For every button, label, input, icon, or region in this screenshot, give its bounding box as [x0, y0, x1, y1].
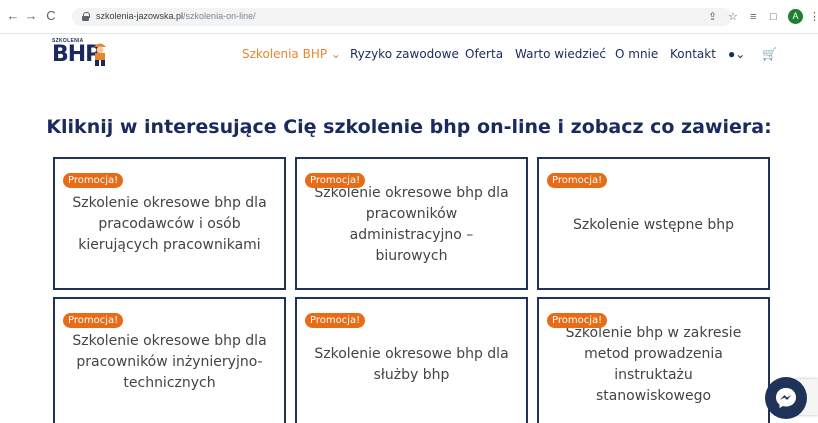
back-arrow-icon[interactable]: ← [6, 9, 20, 23]
split-window-icon[interactable]: □ [770, 10, 777, 24]
url-text: szkolenia-jazowska.pl/szkolenia-on-line/ [96, 11, 256, 21]
course-title: Szkolenie wstępne bhp [572, 217, 735, 233]
page-headline: Kliknij w interesujące Cię szkolenie bhp… [46, 116, 772, 138]
site-logo[interactable]: SZKOLENIA BHP [52, 38, 112, 68]
promo-badge: Promocja! [547, 173, 608, 188]
worker-figure-icon [94, 43, 106, 66]
course-card[interactable]: Promocja! Szkolenie okresowe bhp dla pra… [53, 157, 286, 290]
promo-badge: Promocja! [63, 173, 124, 188]
address-bar[interactable]: szkolenia-jazowska.pl/szkolenia-on-line/ [72, 8, 732, 26]
promo-badge: Promocja! [547, 313, 608, 328]
star-icon[interactable]: ☆ [728, 10, 738, 24]
course-card[interactable]: Promocja! Szkolenie okresowe bhp dla pra… [53, 297, 286, 423]
nav-kontakt[interactable]: Kontakt [670, 47, 716, 61]
nav-szkolenia-bhp[interactable]: Szkolenia BHP ⌄ [242, 47, 341, 61]
reload-icon[interactable]: C [44, 9, 58, 23]
share-icon[interactable]: ⇪ [708, 10, 717, 24]
course-title: Szkolenie okresowe bhp dla pracodawców i… [72, 195, 267, 253]
browser-toolbar: ← → C szkolenia-jazowska.pl/szkolenia-on… [0, 0, 818, 34]
course-title: Szkolenie okresowe bhp dla pracowników i… [72, 333, 267, 391]
nav-oferta[interactable]: Oferta [465, 47, 503, 61]
playlist-icon[interactable]: ≡ [750, 10, 756, 24]
nav-ryzyko-zawodowe[interactable]: Ryzyko zawodowe [350, 47, 459, 61]
messenger-icon [776, 388, 796, 408]
course-card[interactable]: Promocja! Szkolenie okresowe bhp dla pra… [295, 157, 528, 290]
user-account-icon[interactable]: ●⌄ [728, 47, 745, 61]
promo-badge: Promocja! [63, 313, 124, 328]
site-header: SZKOLENIA BHP Szkolenia BHP ⌄ Ryzyko zaw… [0, 34, 818, 72]
cart-icon[interactable]: 🛒 [762, 47, 777, 61]
course-card[interactable]: Promocja! Szkolenie bhp w zakresie metod… [537, 297, 770, 423]
course-card[interactable]: Promocja! Szkolenie okresowe bhp dla słu… [295, 297, 528, 423]
promo-badge: Promocja! [305, 173, 366, 188]
course-title: Szkolenie okresowe bhp dla pracowników a… [314, 185, 509, 264]
course-title: Szkolenie okresowe bhp dla służby bhp [314, 346, 509, 383]
course-card[interactable]: Promocja! Szkolenie wstępne bhp [537, 157, 770, 290]
lock-icon [82, 12, 90, 21]
profile-avatar[interactable]: A [788, 9, 803, 24]
course-title: Szkolenie bhp w zakresie metod prowadzen… [565, 325, 742, 404]
nav-warto-wiedziec[interactable]: Warto wiedzieć [515, 47, 606, 61]
forward-arrow-icon[interactable]: → [24, 9, 38, 23]
messenger-chat-button[interactable] [765, 377, 807, 419]
promo-badge: Promocja! [305, 313, 366, 328]
nav-o-mnie[interactable]: O mnie [615, 47, 658, 61]
more-menu-icon[interactable]: ⋮ [809, 10, 818, 24]
